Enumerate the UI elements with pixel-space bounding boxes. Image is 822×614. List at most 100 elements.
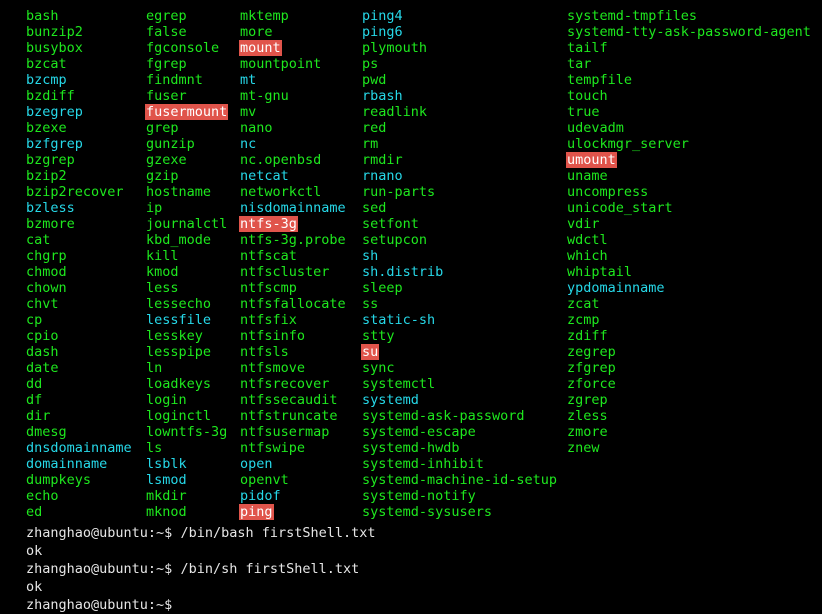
completion-item-highlighted: fusermount (145, 104, 229, 120)
completion-item: mt (240, 72, 346, 88)
completion-item: busybox (26, 40, 132, 56)
completion-item: gunzip (146, 136, 228, 152)
completion-item-label: ls (146, 440, 163, 456)
completion-item: dmesg (26, 424, 132, 440)
completion-item-label: networkctl (240, 184, 322, 200)
completion-item-label: loginctl (146, 408, 212, 424)
completion-item-highlighted: ntfs-3g (239, 216, 298, 232)
completion-item: wdctl (567, 232, 811, 248)
completion-item-label: bzegrep (26, 104, 83, 120)
completion-item-label: gzexe (146, 152, 187, 168)
completion-item: systemd-tty-ask-password-agent (567, 24, 811, 40)
completion-item: zgrep (567, 392, 811, 408)
completion-item: lesskey (146, 328, 228, 344)
completion-item: pidof (240, 488, 346, 504)
completion-item: mv (240, 104, 346, 120)
completion-item-label: bzcat (26, 56, 67, 72)
completion-item-label: echo (26, 488, 59, 504)
completion-item: unicode_start (567, 200, 811, 216)
completion-item: ntfscat (240, 248, 346, 264)
completion-item-label: lowntfs-3g (146, 424, 228, 440)
completion-item-label: gunzip (146, 136, 195, 152)
completion-item: sync (362, 360, 557, 376)
completion-item-label: systemd-escape (362, 424, 476, 440)
completion-item: mount (239, 40, 346, 56)
completion-item: lowntfs-3g (146, 424, 228, 440)
completion-item: systemd (362, 392, 557, 408)
completion-item: ping (239, 504, 346, 520)
completion-item: bzegrep (26, 104, 132, 120)
completion-item: chown (26, 280, 132, 296)
completion-item: sed (362, 200, 557, 216)
completion-item-label: mt-gnu (240, 88, 289, 104)
completion-item: ntfswipe (240, 440, 346, 456)
completion-item-label: mt (240, 72, 257, 88)
completion-item: ps (362, 56, 557, 72)
completion-item: systemd-notify (362, 488, 557, 504)
completion-item: zless (567, 408, 811, 424)
completion-item-label: zgrep (567, 392, 608, 408)
shell-command-line[interactable]: zhanghao@ubuntu:~$ (26, 596, 816, 614)
completion-item-label: ps (362, 56, 379, 72)
completion-item: ln (146, 360, 228, 376)
completion-item: networkctl (240, 184, 346, 200)
completion-item: ntfsls (240, 344, 346, 360)
completion-item: touch (567, 88, 811, 104)
completion-item: systemd-hwdb (362, 440, 557, 456)
completion-item-label: bzexe (26, 120, 67, 136)
completion-item: ss (362, 296, 557, 312)
completion-item: cp (26, 312, 132, 328)
completion-item-label: bzmore (26, 216, 75, 232)
shell-command-line[interactable]: zhanghao@ubuntu:~$ /bin/sh firstShell.tx… (26, 560, 816, 578)
completion-item: sh (362, 248, 557, 264)
completion-item-label: wdctl (567, 232, 608, 248)
completion-item: rbash (362, 88, 557, 104)
completion-item-label: systemd-sysusers (362, 504, 493, 520)
completion-item: ls (146, 440, 228, 456)
completion-item-label: ntfscat (240, 248, 297, 264)
completion-item-label: bzdiff (26, 88, 75, 104)
completion-item-label: ping4 (362, 8, 403, 24)
completion-item-label: whiptail (567, 264, 633, 280)
completion-item-label: ntfsls (240, 344, 289, 360)
completion-item: nc.openbsd (240, 152, 346, 168)
shell-prompt-area[interactable]: zhanghao@ubuntu:~$ /bin/bash firstShell.… (26, 524, 816, 614)
completion-item-label: ss (362, 296, 379, 312)
completion-item: domainname (26, 456, 132, 472)
completion-item-label: ypdomainname (567, 280, 665, 296)
completion-item: more (240, 24, 346, 40)
completion-item-label: lsmod (146, 472, 187, 488)
completion-item: ping6 (362, 24, 557, 40)
completion-item-highlighted: su (361, 344, 380, 360)
completion-item: znew (567, 440, 811, 456)
completion-item-label: ulockmgr_server (567, 136, 689, 152)
completion-item-label: systemd-machine-id-setup (362, 472, 558, 488)
completion-column-0: bash bunzip2 busybox bzcat bzcmp bzdiff bzegre… (26, 8, 132, 520)
completion-item-label: dash (26, 344, 59, 360)
terminal-window[interactable]: bash bunzip2 busybox bzcat bzcmp bzdiff bzegre… (0, 0, 822, 613)
completion-item: bash (26, 8, 132, 24)
completion-item: cat (26, 232, 132, 248)
completion-item-label: systemd (362, 392, 419, 408)
completion-item-label: cp (26, 312, 43, 328)
shell-command-line[interactable]: zhanghao@ubuntu:~$ /bin/bash firstShell.… (26, 524, 816, 542)
completion-item: whiptail (567, 264, 811, 280)
completion-item-label: lessecho (146, 296, 212, 312)
completion-item-label: cpio (26, 328, 59, 344)
completion-item: systemd-machine-id-setup (362, 472, 557, 488)
completion-item-label: journalctl (146, 216, 228, 232)
completion-item-label: setfont (362, 216, 419, 232)
completion-item: findmnt (146, 72, 228, 88)
completion-item-label: setupcon (362, 232, 428, 248)
completion-item-label: kmod (146, 264, 179, 280)
completion-item: dir (26, 408, 132, 424)
completion-item-label: bunzip2 (26, 24, 83, 40)
completion-item-label: zcat (567, 296, 600, 312)
completion-item-label: open (240, 456, 273, 472)
completion-item: bzcat (26, 56, 132, 72)
completion-item-label: chvt (26, 296, 59, 312)
completion-item-highlighted: ping (239, 504, 274, 520)
completion-item-label: dnsdomainname (26, 440, 132, 456)
completion-item-label: date (26, 360, 59, 376)
completion-item: systemd-tmpfiles (567, 8, 811, 24)
